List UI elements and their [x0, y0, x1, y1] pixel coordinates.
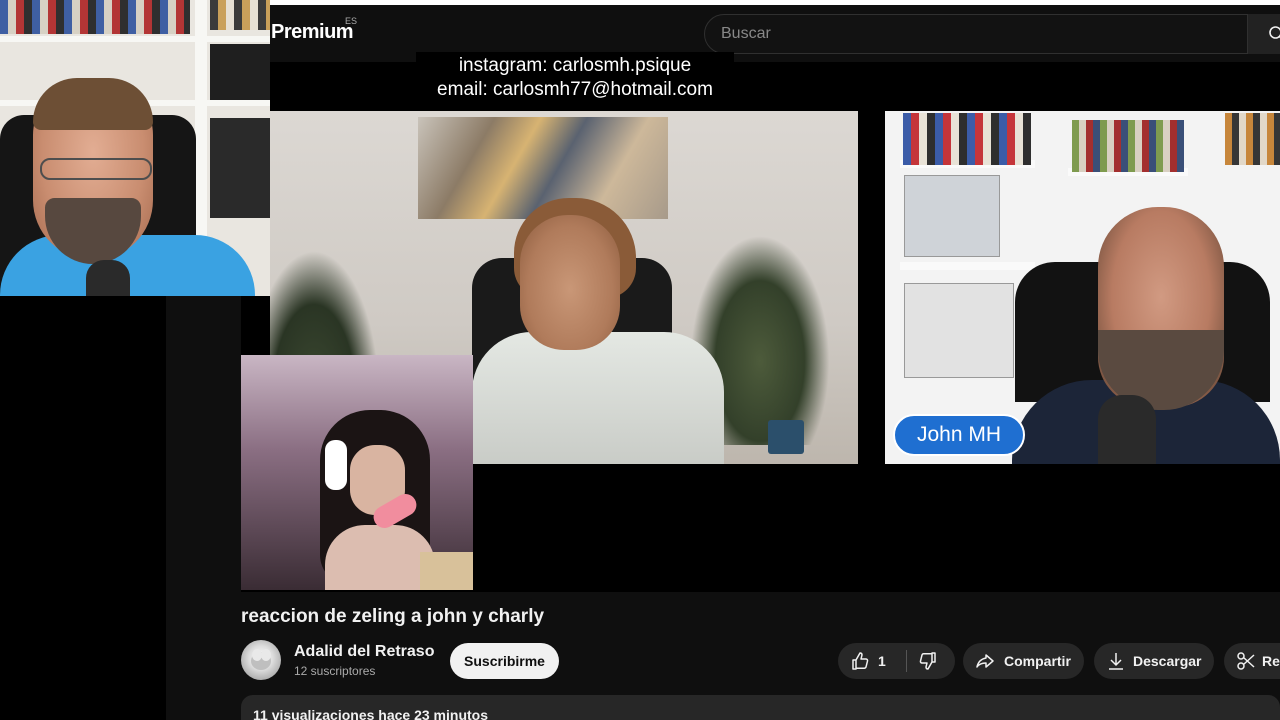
like-count[interactable]: 1: [878, 653, 886, 669]
avatar-icon: [251, 649, 271, 670]
subscriber-count: 12 suscriptores: [294, 664, 376, 678]
logo-country-code: ES: [345, 16, 358, 26]
search-input[interactable]: [721, 25, 1221, 43]
clip-label: Re: [1262, 653, 1280, 669]
webcam-books: [0, 0, 190, 34]
share-label: Compartir: [1004, 653, 1071, 669]
console-box: [904, 175, 1000, 257]
video-caption: instagram: carlosmh.psique email: carlos…: [416, 52, 734, 104]
webcam-glasses: [40, 158, 152, 180]
webcam-console-box: [210, 44, 270, 100]
clip-button[interactable]: Re: [1224, 643, 1280, 679]
channel-name[interactable]: Adalid del Retraso: [294, 643, 434, 661]
book-row: [903, 113, 1031, 165]
search-box[interactable]: [704, 14, 1280, 54]
streamer-body: [325, 525, 435, 590]
caption-email: email: carlosmh77@hotmail.com: [437, 79, 713, 100]
book-row: [1225, 113, 1280, 165]
share-icon: [976, 654, 994, 668]
book-row: [1072, 120, 1184, 172]
streamer-desk: [420, 552, 473, 590]
webcam-books: [210, 0, 270, 30]
view-stats: 11 visualizaciones hace 23 minutos: [253, 707, 488, 720]
shelf: [900, 262, 1035, 270]
caption-instagram: instagram: carlosmh.psique: [458, 55, 692, 76]
webcam-microphone: [86, 260, 130, 296]
thumbs-up-icon[interactable]: [850, 651, 870, 671]
streamer-headset: [325, 440, 347, 490]
like-divider: [906, 650, 907, 672]
premium-logo[interactable]: Premium: [271, 21, 354, 44]
download-button[interactable]: Descargar: [1094, 643, 1214, 679]
search-button[interactable]: [1247, 14, 1280, 54]
plant-pot: [768, 420, 804, 454]
host-name-tag: John MH: [893, 414, 1025, 456]
channel-avatar[interactable]: [241, 640, 281, 680]
webcam-playstation-box: [210, 118, 270, 218]
download-icon: [1109, 653, 1123, 670]
top-bar-edge: [270, 0, 1280, 5]
guest-shirt: [472, 332, 724, 464]
scissors-icon: [1237, 652, 1255, 670]
webcam-overlay: [0, 0, 270, 296]
webcam-shelf: [0, 36, 270, 42]
like-dislike-group: 1: [838, 643, 955, 679]
thumbs-down-icon[interactable]: [918, 651, 938, 671]
video-title: reaccion de zeling a john y charly: [241, 606, 545, 627]
search-icon: [1269, 26, 1280, 39]
playstation-box: [904, 283, 1014, 378]
share-button[interactable]: Compartir: [963, 643, 1084, 679]
webcam-hair: [33, 78, 153, 130]
download-label: Descargar: [1133, 653, 1202, 669]
host-microphone: [1098, 395, 1156, 464]
guest-face: [520, 215, 620, 350]
subscribe-button[interactable]: Suscribirme: [450, 643, 559, 679]
